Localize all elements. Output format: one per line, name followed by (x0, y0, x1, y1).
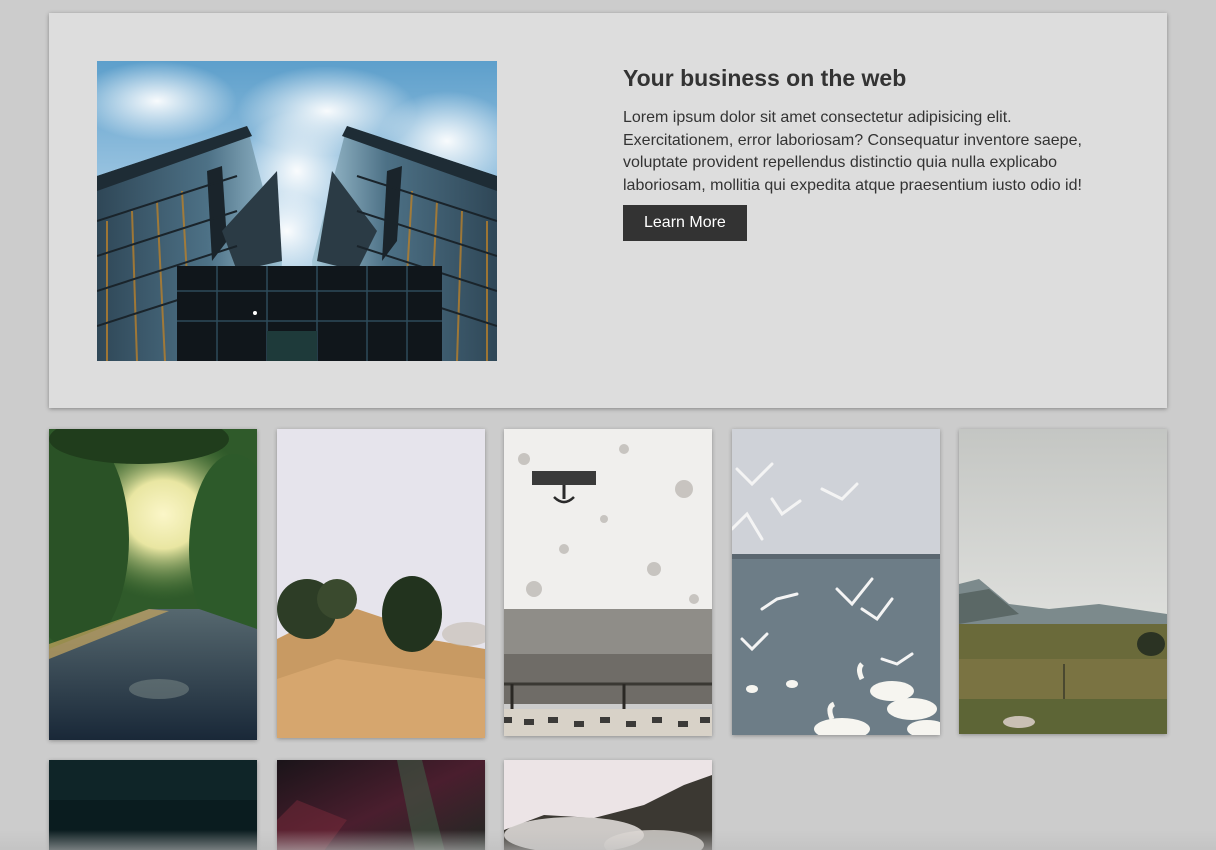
dune-image (277, 429, 485, 738)
hero-description: Lorem ipsum dolor sit amet consectetur a… (623, 109, 1082, 194)
hero-image (97, 61, 497, 361)
misty-hills-image (504, 760, 712, 850)
aurora-image (277, 760, 485, 850)
gallery-image-dark-teal[interactable] (49, 760, 257, 850)
hero-title: Your business on the web (623, 65, 907, 91)
hero-card: Your business on the web Lorem ipsum dol… (49, 13, 1167, 408)
birds-image (732, 429, 940, 735)
road-image (49, 429, 257, 740)
gallery-image-wall[interactable] (504, 429, 712, 736)
gallery-image-misty-hills[interactable] (504, 760, 712, 850)
hero-text: Your business on the web Lorem ipsum dol… (623, 63, 1093, 241)
wall-image (504, 429, 712, 736)
gallery-image-aurora[interactable] (277, 760, 485, 850)
valley-image (959, 429, 1167, 734)
gallery-image-valley[interactable] (959, 429, 1167, 734)
page: Your business on the web Lorem ipsum dol… (0, 0, 1216, 850)
gallery-image-road[interactable] (49, 429, 257, 740)
dark-teal-image (49, 760, 257, 850)
gallery-image-birds[interactable] (732, 429, 940, 735)
learn-more-button[interactable]: Learn More (623, 205, 747, 241)
skyscrapers-image (97, 61, 497, 361)
gallery-image-dune[interactable] (277, 429, 485, 738)
